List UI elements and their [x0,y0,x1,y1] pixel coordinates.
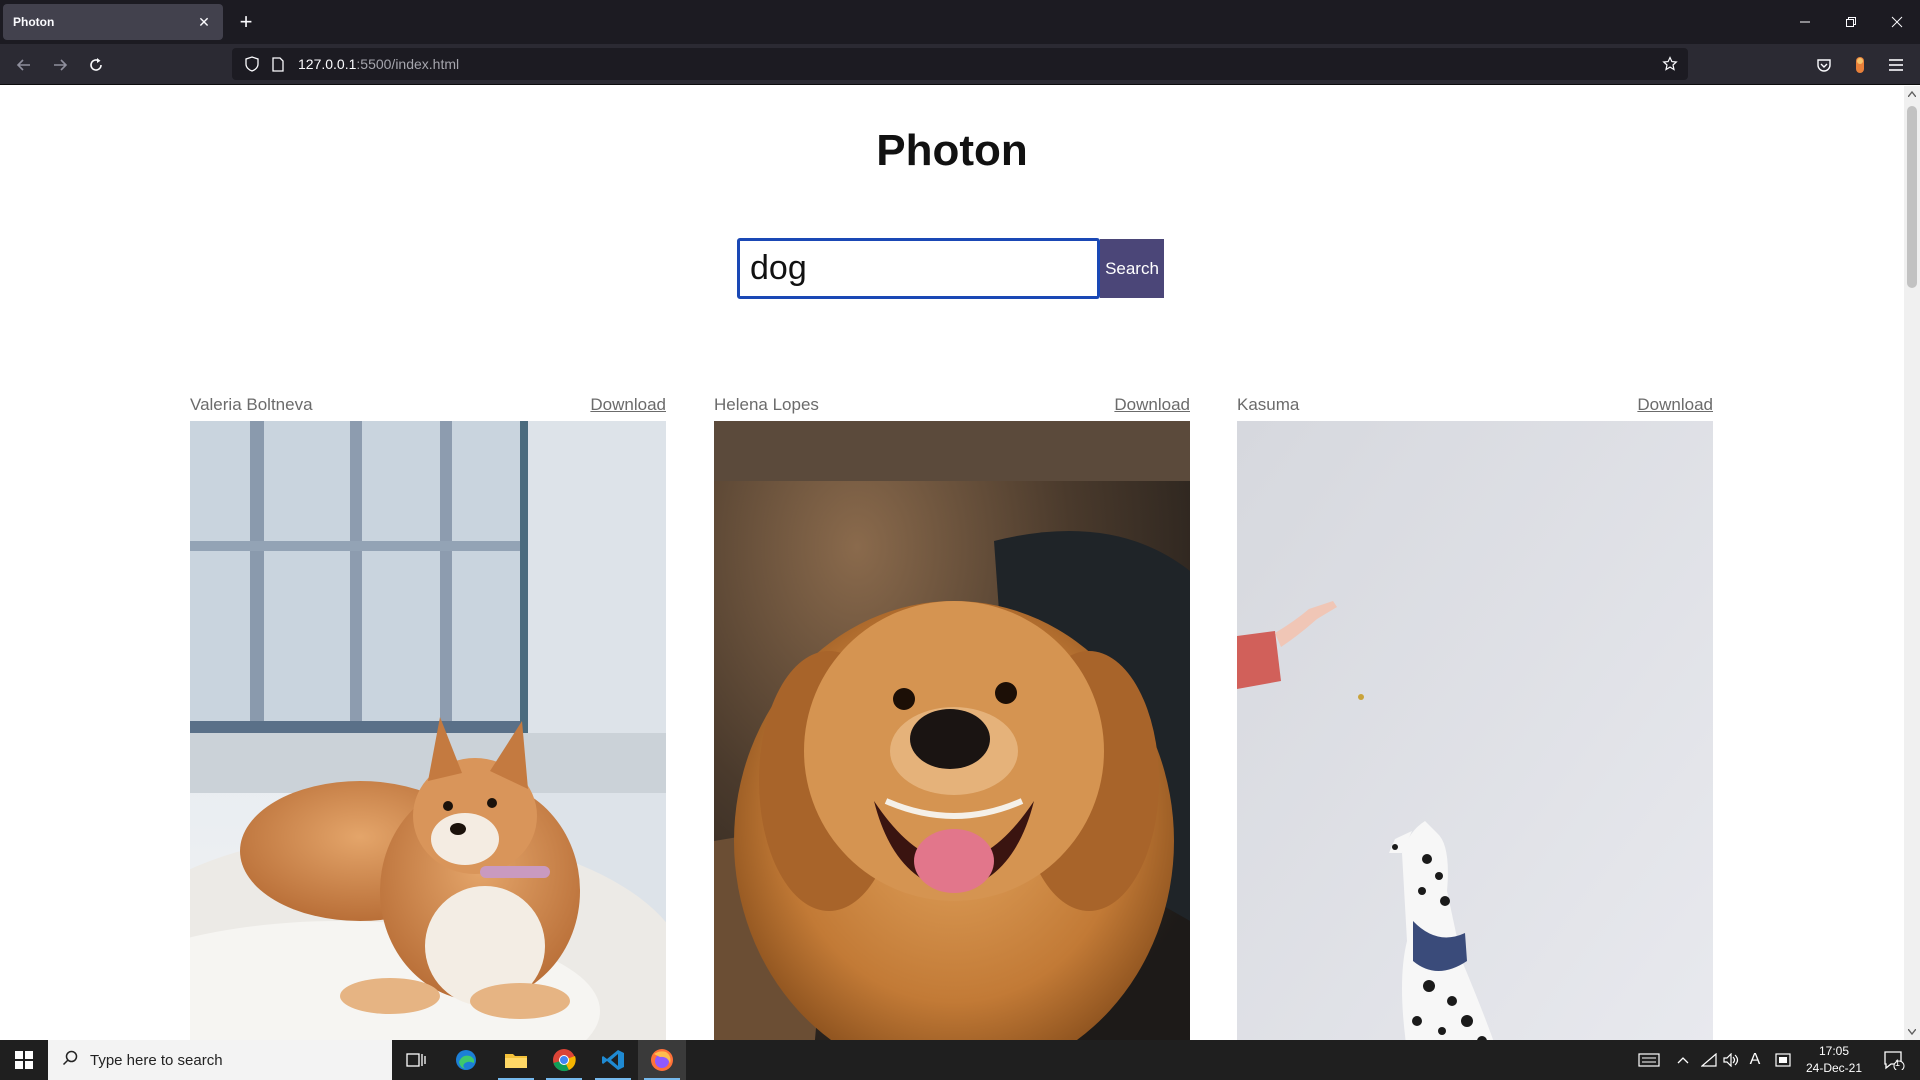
bookmark-star-icon[interactable] [1660,54,1680,74]
windows-start-icon[interactable] [0,1040,48,1080]
task-view-icon[interactable] [392,1040,440,1080]
input-language-icon[interactable]: A [1744,1040,1766,1080]
vscode-icon[interactable] [589,1040,637,1080]
photographer-name: Kasuma [1237,395,1300,414]
photo-card: Kasuma Download [1237,394,1713,1040]
url-bar[interactable]: 127.0.0.1:5500/index.html [232,48,1688,80]
notification-count: 1 [1895,1058,1901,1068]
file-explorer-icon[interactable] [492,1040,540,1080]
restore-icon[interactable] [1828,0,1874,44]
page-title: Photon [876,126,1028,175]
dalmatian-photo[interactable] [1237,421,1713,1040]
taskbar-search-placeholder: Type here to search [90,1051,223,1069]
golden-retriever-photo[interactable] [714,421,1190,1040]
minimize-icon[interactable] [1782,0,1828,44]
chevron-up-icon[interactable] [1672,1040,1694,1080]
url-host: 127.0.0.1 [298,56,357,72]
tab-title: Photon [13,15,55,29]
card-header: Kasuma Download [1237,394,1713,416]
search-form: Search [737,238,1164,299]
vertical-scrollbar[interactable] [1904,86,1920,1040]
clock-date: 24-Dec-21 [1805,1061,1863,1075]
keyboard-layout-icon[interactable] [1634,1040,1664,1080]
tab-close-icon[interactable]: ✕ [195,13,213,31]
taskbar-clock[interactable]: 17:05 24-Dec-21 [1800,1043,1868,1077]
clock-time: 17:05 [1818,1044,1850,1058]
scroll-up-arrow-icon[interactable] [1904,86,1920,102]
card-header: Valeria Boltneva Download [190,394,666,416]
photographer-name: Helena Lopes [714,395,819,414]
url-text: 127.0.0.1:5500/index.html [298,56,459,72]
network-icon[interactable] [1698,1040,1720,1080]
hamburger-menu-icon[interactable] [1884,54,1908,76]
page-viewport: Photon Search Valeria Boltneva Download [0,86,1904,1040]
photo-card: Valeria Boltneva Download [190,394,666,1040]
search-button[interactable]: Search [1100,239,1164,298]
edge-browser-icon[interactable] [442,1040,490,1080]
taskbar-search-box[interactable]: Type here to search [48,1040,392,1080]
shiba-inu-photo[interactable] [190,421,666,1040]
search-input[interactable] [737,238,1100,299]
windows-taskbar: Type here to search A 17:05 24-Dec-21 1 [0,1040,1920,1080]
card-header: Helena Lopes Download [714,394,1190,416]
browser-tab[interactable]: Photon ✕ [3,4,223,40]
download-link[interactable]: Download [1637,395,1713,415]
browser-toolbar: 127.0.0.1:5500/index.html [0,44,1920,85]
browser-tab-strip: Photon ✕ + [0,0,1920,44]
extension-icon[interactable] [1848,54,1872,76]
scrollbar-thumb[interactable] [1907,106,1917,288]
url-path: :5500/index.html [356,56,460,72]
shield-icon[interactable] [242,54,262,74]
window-close-icon[interactable] [1874,0,1920,44]
back-arrow-icon[interactable] [10,52,38,78]
new-tab-icon[interactable]: + [234,10,258,34]
reload-icon[interactable] [82,52,110,78]
photographer-name: Valeria Boltneva [190,395,313,414]
ime-icon[interactable] [1772,1040,1794,1080]
notification-center-icon[interactable]: 1 [1874,1040,1914,1080]
search-icon [62,1050,78,1071]
pocket-icon[interactable] [1812,54,1836,76]
scroll-down-arrow-icon[interactable] [1904,1024,1920,1040]
forward-arrow-icon[interactable] [46,52,74,78]
chrome-browser-icon[interactable] [540,1040,588,1080]
firefox-icon[interactable] [638,1040,686,1080]
download-link[interactable]: Download [590,395,666,415]
download-link[interactable]: Download [1114,395,1190,415]
page-icon[interactable] [268,54,288,74]
volume-icon[interactable] [1720,1040,1742,1080]
photo-card: Helena Lopes Download [714,394,1190,1040]
